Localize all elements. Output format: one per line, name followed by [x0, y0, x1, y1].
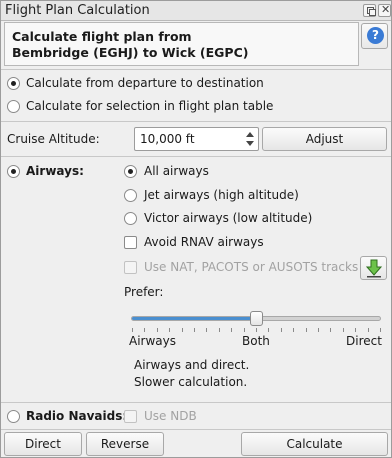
calculate-button[interactable]: Calculate — [241, 432, 388, 456]
slider-tick — [293, 328, 294, 332]
cruise-altitude-spinbox[interactable]: 10,000 ft — [134, 127, 259, 151]
prefer-both-label: Both — [242, 334, 270, 348]
spin-up-icon[interactable] — [246, 132, 254, 137]
slider-tick — [306, 328, 307, 332]
jet-airways-label[interactable]: Jet airways (high altitude) — [144, 188, 299, 202]
prefer-slider-fill — [132, 317, 256, 320]
victor-airways-radio[interactable] — [124, 212, 137, 225]
slider-tick — [182, 328, 183, 332]
divider — [1, 156, 391, 157]
radio-navaids-radio[interactable] — [7, 410, 20, 423]
departure-destination-label[interactable]: Calculate from departure to destination — [26, 76, 264, 90]
help-button[interactable]: ? — [361, 23, 388, 49]
header-line-1: Calculate flight plan from — [12, 29, 192, 44]
slider-tick — [219, 328, 220, 332]
adjust-button[interactable]: Adjust — [262, 127, 387, 151]
float-window-icon[interactable] — [363, 4, 376, 17]
title-bar[interactable]: Flight Plan Calculation ✕ — [1, 1, 391, 21]
download-tracks-icon — [365, 259, 383, 278]
spin-down-icon[interactable] — [246, 141, 254, 146]
use-tracks-checkbox[interactable] — [124, 261, 137, 274]
close-icon[interactable]: ✕ — [378, 3, 391, 17]
prefer-description: Airways and direct. Slower calculation. — [134, 357, 384, 391]
all-airways-radio[interactable] — [124, 165, 137, 178]
prefer-description-line-1: Airways and direct. — [134, 358, 250, 372]
direct-button[interactable]: Direct — [4, 432, 82, 456]
slider-tick — [244, 328, 245, 332]
all-airways-label[interactable]: All airways — [144, 164, 209, 178]
header-text: Calculate flight plan from Bembridge (EG… — [12, 29, 352, 61]
reverse-button[interactable]: Reverse — [86, 432, 164, 456]
help-icon: ? — [367, 27, 384, 44]
avoid-rnav-label[interactable]: Avoid RNAV airways — [144, 235, 264, 249]
slider-tick — [169, 328, 170, 332]
airways-radio[interactable] — [7, 165, 20, 178]
slider-tick — [268, 328, 269, 332]
prefer-label: Prefer: — [124, 285, 164, 299]
window-title: Flight Plan Calculation — [5, 3, 150, 18]
slider-tick — [132, 328, 133, 332]
slider-tick — [343, 328, 344, 332]
slider-tick — [231, 328, 232, 332]
victor-airways-label[interactable]: Victor airways (low altitude) — [144, 211, 312, 225]
spin-arrows[interactable] — [244, 129, 257, 149]
selection-radio[interactable] — [7, 100, 20, 113]
departure-destination-radio[interactable] — [7, 77, 20, 90]
prefer-airways-label: Airways — [129, 334, 176, 348]
divider — [1, 69, 391, 70]
slider-tick — [368, 328, 369, 332]
slider-tick — [330, 328, 331, 332]
divider — [1, 402, 391, 403]
prefer-direct-label: Direct — [346, 334, 382, 348]
jet-airways-radio[interactable] — [124, 189, 137, 202]
header-box: Calculate flight plan from Bembridge (EG… — [4, 22, 359, 66]
airways-label[interactable]: Airways: — [26, 164, 84, 178]
slider-tick — [144, 328, 145, 332]
slider-tick — [194, 328, 195, 332]
selection-label[interactable]: Calculate for selection in flight plan t… — [26, 99, 273, 113]
use-tracks-label: Use NAT, PACOTS or AUSOTS tracks — [144, 260, 359, 274]
download-tracks-button[interactable] — [360, 256, 387, 280]
prefer-slider-handle[interactable] — [250, 311, 263, 326]
radio-navaids-label[interactable]: Radio Navaids: — [26, 409, 127, 423]
slider-tick — [318, 328, 319, 332]
slider-tick — [256, 328, 257, 332]
use-ndb-label: Use NDB — [144, 409, 197, 423]
cruise-altitude-value[interactable]: 10,000 ft — [140, 132, 195, 146]
header-line-2: Bembridge (EGHJ) to Wick (EGPC) — [12, 45, 249, 60]
use-ndb-checkbox[interactable] — [124, 410, 137, 423]
slider-tick — [206, 328, 207, 332]
prefer-description-line-2: Slower calculation. — [134, 375, 248, 389]
slider-tick — [380, 328, 381, 332]
slider-tick — [157, 328, 158, 332]
cruise-altitude-label: Cruise Altitude: — [7, 132, 100, 146]
slider-tick — [281, 328, 282, 332]
divider — [1, 121, 391, 122]
avoid-rnav-checkbox[interactable] — [124, 236, 137, 249]
slider-tick — [355, 328, 356, 332]
divider — [1, 429, 391, 430]
flight-plan-calculation-window: Flight Plan Calculation ✕ Calculate flig… — [0, 0, 392, 458]
